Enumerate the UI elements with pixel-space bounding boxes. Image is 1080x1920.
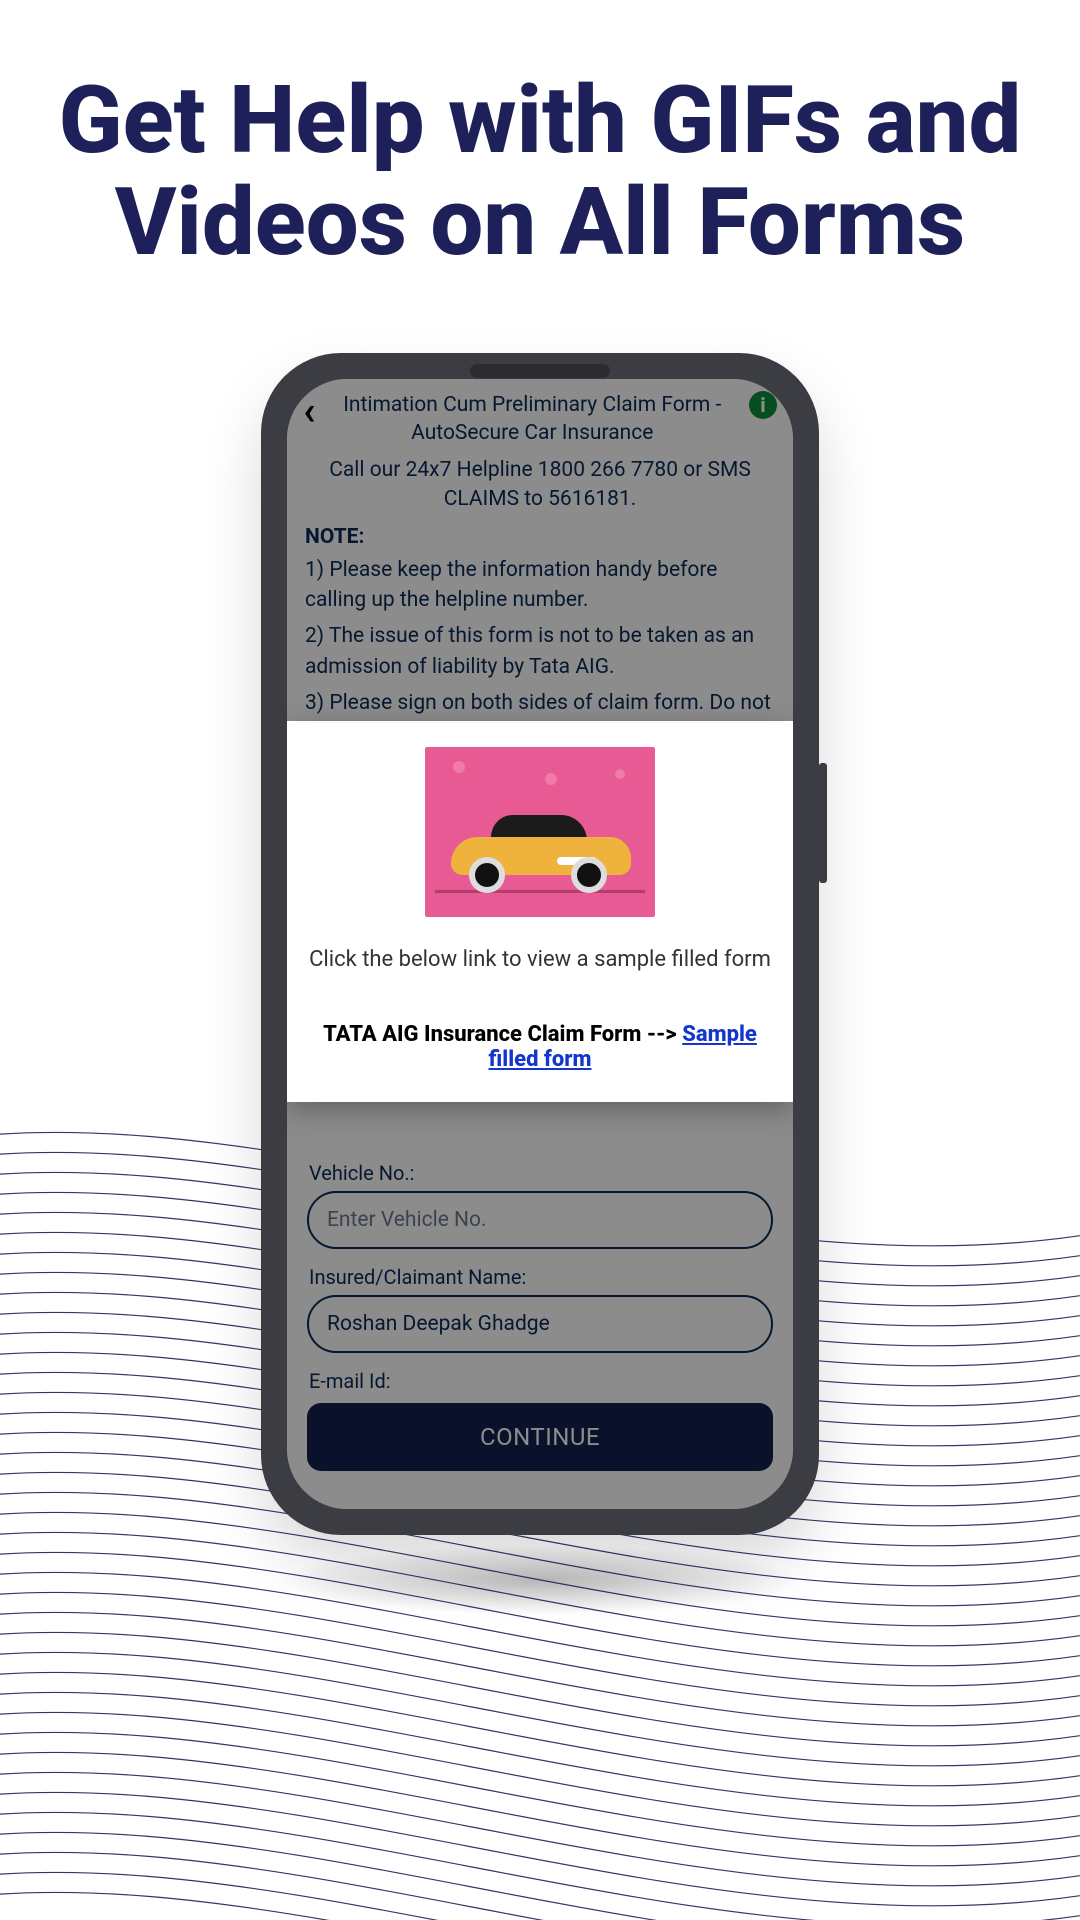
popup-description: Click the below link to view a sample fi… [305,943,775,976]
help-popup: Click the below link to view a sample fi… [287,721,793,1102]
popup-form-line: TATA AIG Insurance Claim Form --> Sample… [305,1022,775,1072]
page-headline: Get Help with GIFs and Videos on All For… [0,0,1080,273]
phone-shadow [280,1545,800,1615]
phone-screen: ‹ Intimation Cum Preliminary Claim Form … [287,379,793,1509]
popup-form-prefix: TATA AIG Insurance Claim Form --> [323,1022,682,1047]
car-illustration [425,747,655,917]
phone-side-button [819,763,827,883]
phone-frame: ‹ Intimation Cum Preliminary Claim Form … [261,353,819,1535]
